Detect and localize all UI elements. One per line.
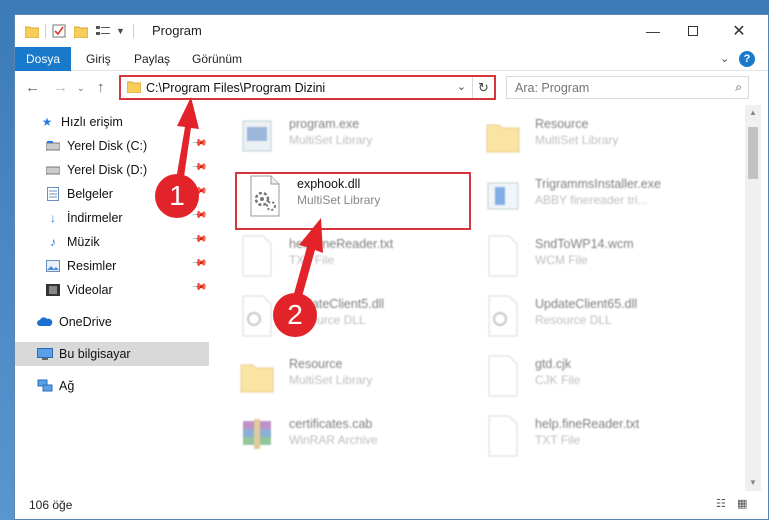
annotation-arrows <box>173 97 323 311</box>
explorer-window: ▼ Program — ✕ Dosya Giriş Paylaş Görünüm… <box>14 14 769 520</box>
step-2-badge: 2 <box>273 293 317 337</box>
step-1-badge: 1 <box>155 174 199 218</box>
